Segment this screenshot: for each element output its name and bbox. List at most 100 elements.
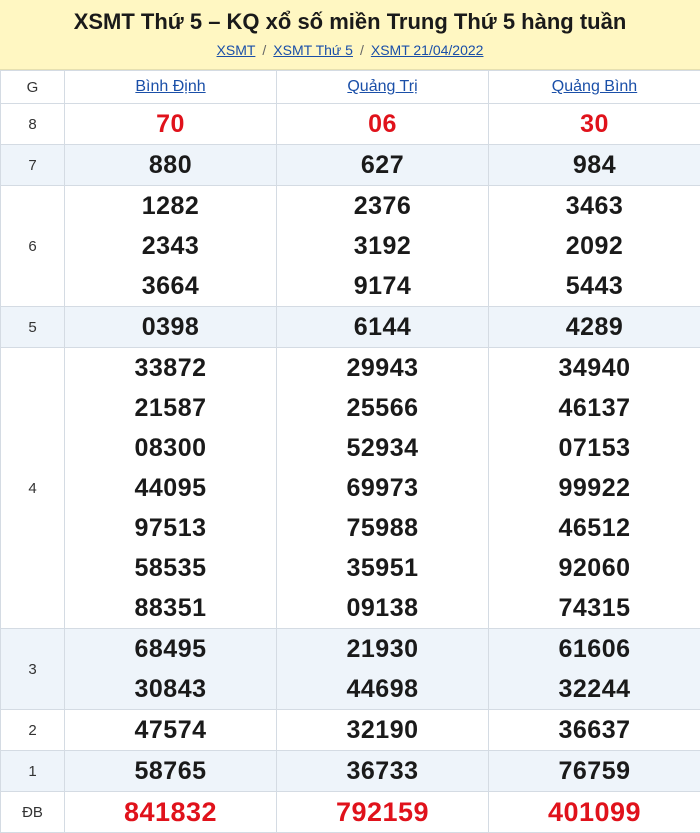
result-cell: 47574 — [65, 710, 277, 751]
result-number: 2376 — [277, 186, 488, 226]
breadcrumb-separator: / — [360, 42, 364, 58]
result-cell: 6849530843 — [65, 629, 277, 710]
result-number: 33872 — [65, 348, 276, 388]
result-cell: 70 — [65, 104, 277, 145]
result-number: 6144 — [277, 307, 488, 347]
result-cell: 984 — [489, 145, 700, 186]
result-number: 36733 — [277, 751, 488, 791]
page-title: XSMT Thứ 5 – KQ xổ số miền Trung Thứ 5 h… — [0, 0, 700, 35]
result-number: 34940 — [489, 348, 700, 388]
result-number: 70 — [65, 104, 276, 144]
result-number: 1282 — [65, 186, 276, 226]
result-number: 5443 — [489, 266, 700, 306]
province-header-quang-tri: Quảng Trị — [277, 71, 489, 104]
prize-label: 1 — [1, 751, 65, 792]
breadcrumb-separator: / — [262, 42, 266, 58]
result-number: 61606 — [489, 629, 700, 669]
result-cell: 6144 — [277, 307, 489, 348]
result-number: 58765 — [65, 751, 276, 791]
result-number: 792159 — [277, 792, 488, 832]
province-header-binh-dinh: Bình Định — [65, 71, 277, 104]
result-cell: 32190 — [277, 710, 489, 751]
results-table: G Bình Định Quảng Trị Quảng Bình 8700630… — [0, 70, 700, 833]
result-cell: 06 — [277, 104, 489, 145]
table-row: 8700630 — [1, 104, 700, 145]
result-number: 09138 — [277, 588, 488, 628]
province-link-quang-binh[interactable]: Quảng Bình — [552, 78, 637, 95]
table-header-row: G Bình Định Quảng Trị Quảng Bình — [1, 71, 700, 104]
result-cell: 34940461370715399922465129206074315 — [489, 348, 700, 629]
result-cell: 792159 — [277, 792, 489, 833]
result-cell: 30 — [489, 104, 700, 145]
prize-label: 6 — [1, 186, 65, 307]
result-cell: 29943255665293469973759883595109138 — [277, 348, 489, 629]
result-cell: 237631929174 — [277, 186, 489, 307]
page-header: XSMT Thứ 5 – KQ xổ số miền Trung Thứ 5 h… — [0, 0, 700, 70]
result-number: 46137 — [489, 388, 700, 428]
result-number: 32244 — [489, 669, 700, 709]
prize-label: 5 — [1, 307, 65, 348]
breadcrumb-xsmt-thu-5[interactable]: XSMT Thứ 5 — [273, 42, 353, 58]
result-number: 880 — [65, 145, 276, 185]
result-cell: 4289 — [489, 307, 700, 348]
result-number: 47574 — [65, 710, 276, 750]
prize-label: 2 — [1, 710, 65, 751]
result-number: 68495 — [65, 629, 276, 669]
result-number: 3664 — [65, 266, 276, 306]
prize-label: 8 — [1, 104, 65, 145]
result-number: 2343 — [65, 226, 276, 266]
result-number: 74315 — [489, 588, 700, 628]
prize-column-header: G — [1, 71, 65, 104]
result-number: 627 — [277, 145, 488, 185]
prize-label: 4 — [1, 348, 65, 629]
results-body: 8700630788062798461282234336642376319291… — [1, 104, 700, 833]
result-number: 0398 — [65, 307, 276, 347]
result-number: 52934 — [277, 428, 488, 468]
result-number: 984 — [489, 145, 700, 185]
table-row: 6128223433664237631929174346320925443 — [1, 186, 700, 307]
result-number: 29943 — [277, 348, 488, 388]
result-cell: 627 — [277, 145, 489, 186]
table-row: 7880627984 — [1, 145, 700, 186]
result-number: 401099 — [489, 792, 700, 832]
result-number: 58535 — [65, 548, 276, 588]
province-header-quang-binh: Quảng Bình — [489, 71, 700, 104]
result-cell: 128223433664 — [65, 186, 277, 307]
result-number: 88351 — [65, 588, 276, 628]
result-number: 76759 — [489, 751, 700, 791]
breadcrumb-xsmt-date[interactable]: XSMT 21/04/2022 — [371, 42, 484, 58]
result-number: 44095 — [65, 468, 276, 508]
result-number: 9174 — [277, 266, 488, 306]
result-number: 30843 — [65, 669, 276, 709]
result-number: 46512 — [489, 508, 700, 548]
result-number: 841832 — [65, 792, 276, 832]
result-number: 25566 — [277, 388, 488, 428]
prize-label: 3 — [1, 629, 65, 710]
result-cell: 58765 — [65, 751, 277, 792]
table-row: 3684953084321930446986160632244 — [1, 629, 700, 710]
result-number: 06 — [277, 104, 488, 144]
result-number: 21930 — [277, 629, 488, 669]
result-cell: 0398 — [65, 307, 277, 348]
result-cell: 346320925443 — [489, 186, 700, 307]
province-link-binh-dinh[interactable]: Bình Định — [135, 78, 205, 95]
result-cell: 6160632244 — [489, 629, 700, 710]
table-row: 2475743219036637 — [1, 710, 700, 751]
result-number: 32190 — [277, 710, 488, 750]
result-number: 99922 — [489, 468, 700, 508]
result-number: 36637 — [489, 710, 700, 750]
prize-label: 7 — [1, 145, 65, 186]
result-number: 08300 — [65, 428, 276, 468]
result-number: 75988 — [277, 508, 488, 548]
breadcrumb-xsmt[interactable]: XSMT — [217, 42, 256, 58]
province-link-quang-tri[interactable]: Quảng Trị — [347, 78, 417, 95]
prize-label: ĐB — [1, 792, 65, 833]
result-number: 35951 — [277, 548, 488, 588]
result-cell: 76759 — [489, 751, 700, 792]
table-row: ĐB841832792159401099 — [1, 792, 700, 833]
result-cell: 401099 — [489, 792, 700, 833]
result-number: 07153 — [489, 428, 700, 468]
result-number: 44698 — [277, 669, 488, 709]
result-number: 21587 — [65, 388, 276, 428]
result-number: 2092 — [489, 226, 700, 266]
